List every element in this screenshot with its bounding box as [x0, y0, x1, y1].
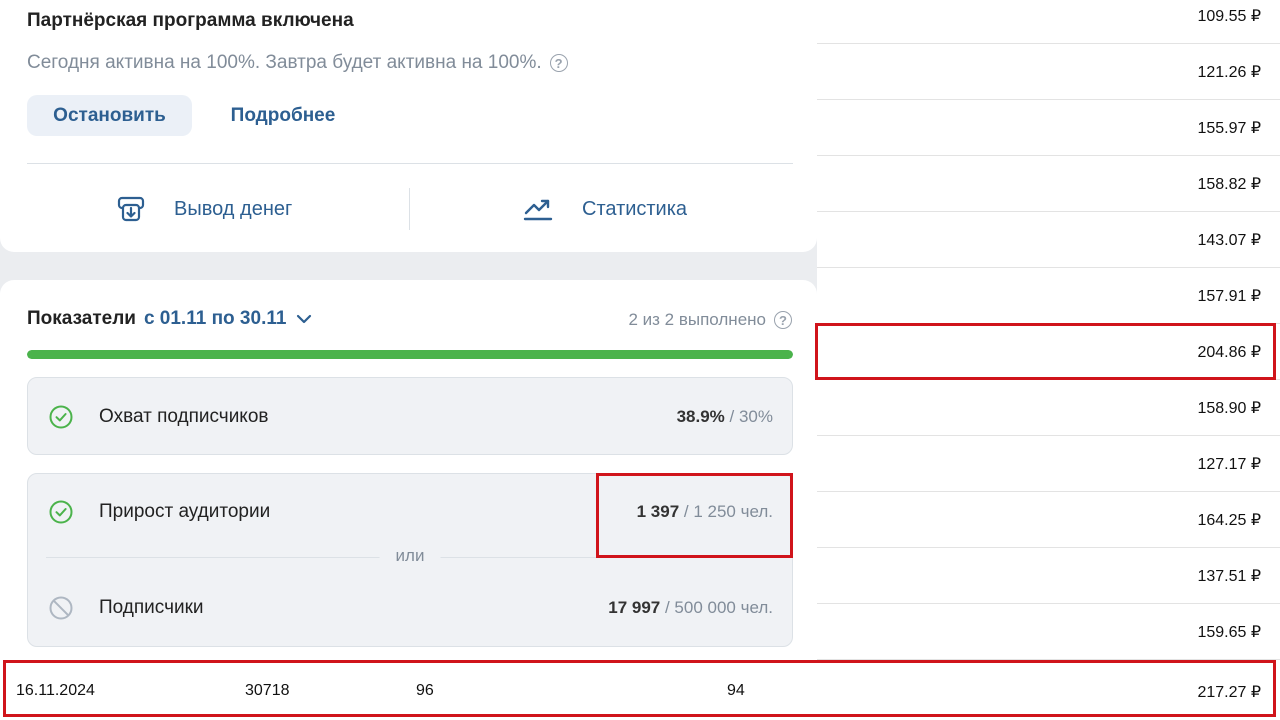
affiliate-title: Партнёрская программа включена: [27, 10, 354, 31]
table-row: 164.25 ₽: [817, 492, 1280, 548]
metrics-progress-bar: [27, 350, 793, 359]
amount-cell: 158.90 ₽: [1197, 399, 1261, 417]
table-row: 109.55 ₽: [817, 0, 1280, 44]
completion-text: 2 из 2 выполнено: [628, 310, 766, 329]
amount-cell: 157.91 ₽: [1197, 287, 1261, 305]
chevron-down-icon: [297, 314, 312, 324]
period-selector[interactable]: с 01.11 по 30.11: [144, 308, 312, 330]
metric-value: 1 397 / 1 250 чел.: [636, 502, 773, 521]
table-row: 158.82 ₽: [817, 156, 1280, 212]
table-row: 157.91 ₽: [817, 268, 1280, 324]
amount-cell: 127.17 ₽: [1197, 455, 1261, 473]
amount-cell: 143.07 ₽: [1197, 231, 1261, 249]
or-label: или: [379, 546, 441, 566]
metrics-label: Показатели: [27, 308, 136, 329]
check-circle-icon: [49, 405, 73, 429]
blocked-icon: [49, 596, 73, 620]
check-circle-icon: [49, 500, 73, 524]
withdraw-icon: [117, 196, 145, 222]
table-row: 121.26 ₽: [817, 44, 1280, 100]
metric-row-reach: Охват подписчиков 38.9% / 30%: [28, 397, 792, 437]
metrics-card: Показатели с 01.11 по 30.11 2 из 2 выпол…: [0, 280, 817, 660]
statistics-button[interactable]: Статистика: [522, 190, 687, 228]
metric-box: Прирост аудитории 1 397 / 1 250 чел. или…: [27, 473, 793, 647]
metrics-header: Показатели с 01.11 по 30.11: [27, 308, 312, 330]
table-cell: 94: [727, 682, 745, 699]
table-row: 137.51 ₽: [817, 548, 1280, 604]
affiliate-status-text: Сегодня активна на 100%. Завтра будет ак…: [27, 52, 542, 73]
amount-cell: 121.26 ₽: [1197, 63, 1261, 81]
amount-cell: 155.97 ₽: [1197, 119, 1261, 137]
metric-value: 17 997 / 500 000 чел.: [608, 598, 773, 617]
metric-row-subscribers: Подписчики 17 997 / 500 000 чел.: [28, 588, 792, 628]
table-cell: 96: [416, 682, 434, 699]
amounts-column: 109.55 ₽ 121.26 ₽ 155.97 ₽ 158.82 ₽ 143.…: [817, 0, 1280, 660]
divider: [409, 188, 410, 230]
metric-row-audience-growth: Прирост аудитории 1 397 / 1 250 чел.: [28, 492, 792, 532]
amount-cell: 159.65 ₽: [1197, 623, 1261, 641]
metrics-progress-fill: [27, 350, 793, 359]
amount-cell: 137.51 ₽: [1197, 567, 1261, 585]
metric-box: Охват подписчиков 38.9% / 30%: [27, 377, 793, 455]
amount-cell: 217.27 ₽: [1197, 684, 1261, 701]
table-row: 127.17 ₽: [817, 436, 1280, 492]
metric-name: Охват подписчиков: [99, 406, 269, 427]
date-cell: 16.11.2024: [16, 682, 95, 699]
table-row: 204.86 ₽: [817, 324, 1280, 380]
divider: [27, 163, 793, 164]
period-label: с 01.11 по 30.11: [143, 308, 287, 329]
amount-cell: 204.86 ₽: [1197, 343, 1261, 361]
amount-cell: 158.82 ₽: [1197, 175, 1261, 193]
amount-cell: 109.55 ₽: [1197, 7, 1261, 25]
affiliate-card: Партнёрская программа включена Сегодня а…: [0, 0, 817, 252]
stop-button[interactable]: Остановить: [27, 95, 192, 136]
help-icon[interactable]: ?: [774, 311, 792, 329]
metric-name: Подписчики: [99, 597, 204, 618]
table-row: 155.97 ₽: [817, 100, 1280, 156]
help-icon[interactable]: ?: [549, 54, 568, 72]
trend-chart-icon: [523, 199, 553, 221]
more-button[interactable]: Подробнее: [213, 95, 353, 136]
table-row: 158.90 ₽: [817, 380, 1280, 436]
amount-cell: 164.25 ₽: [1197, 511, 1261, 529]
completion-status: 2 из 2 выполнено ?: [628, 310, 792, 330]
statistics-label: Статистика: [582, 197, 688, 220]
table-row-bottom: 16.11.2024 30718 96 94 217.27 ₽: [0, 660, 1280, 720]
table-row: 143.07 ₽: [817, 212, 1280, 268]
affiliate-status-line: Сегодня активна на 100%. Завтра будет ак…: [27, 52, 568, 74]
metric-name: Прирост аудитории: [99, 501, 271, 522]
metric-value: 38.9% / 30%: [676, 407, 773, 426]
table-cell: 30718: [245, 682, 290, 699]
withdraw-money-button[interactable]: Вывод денег: [116, 190, 292, 228]
table-row: 159.65 ₽: [817, 604, 1280, 660]
withdraw-label: Вывод денег: [174, 197, 293, 220]
